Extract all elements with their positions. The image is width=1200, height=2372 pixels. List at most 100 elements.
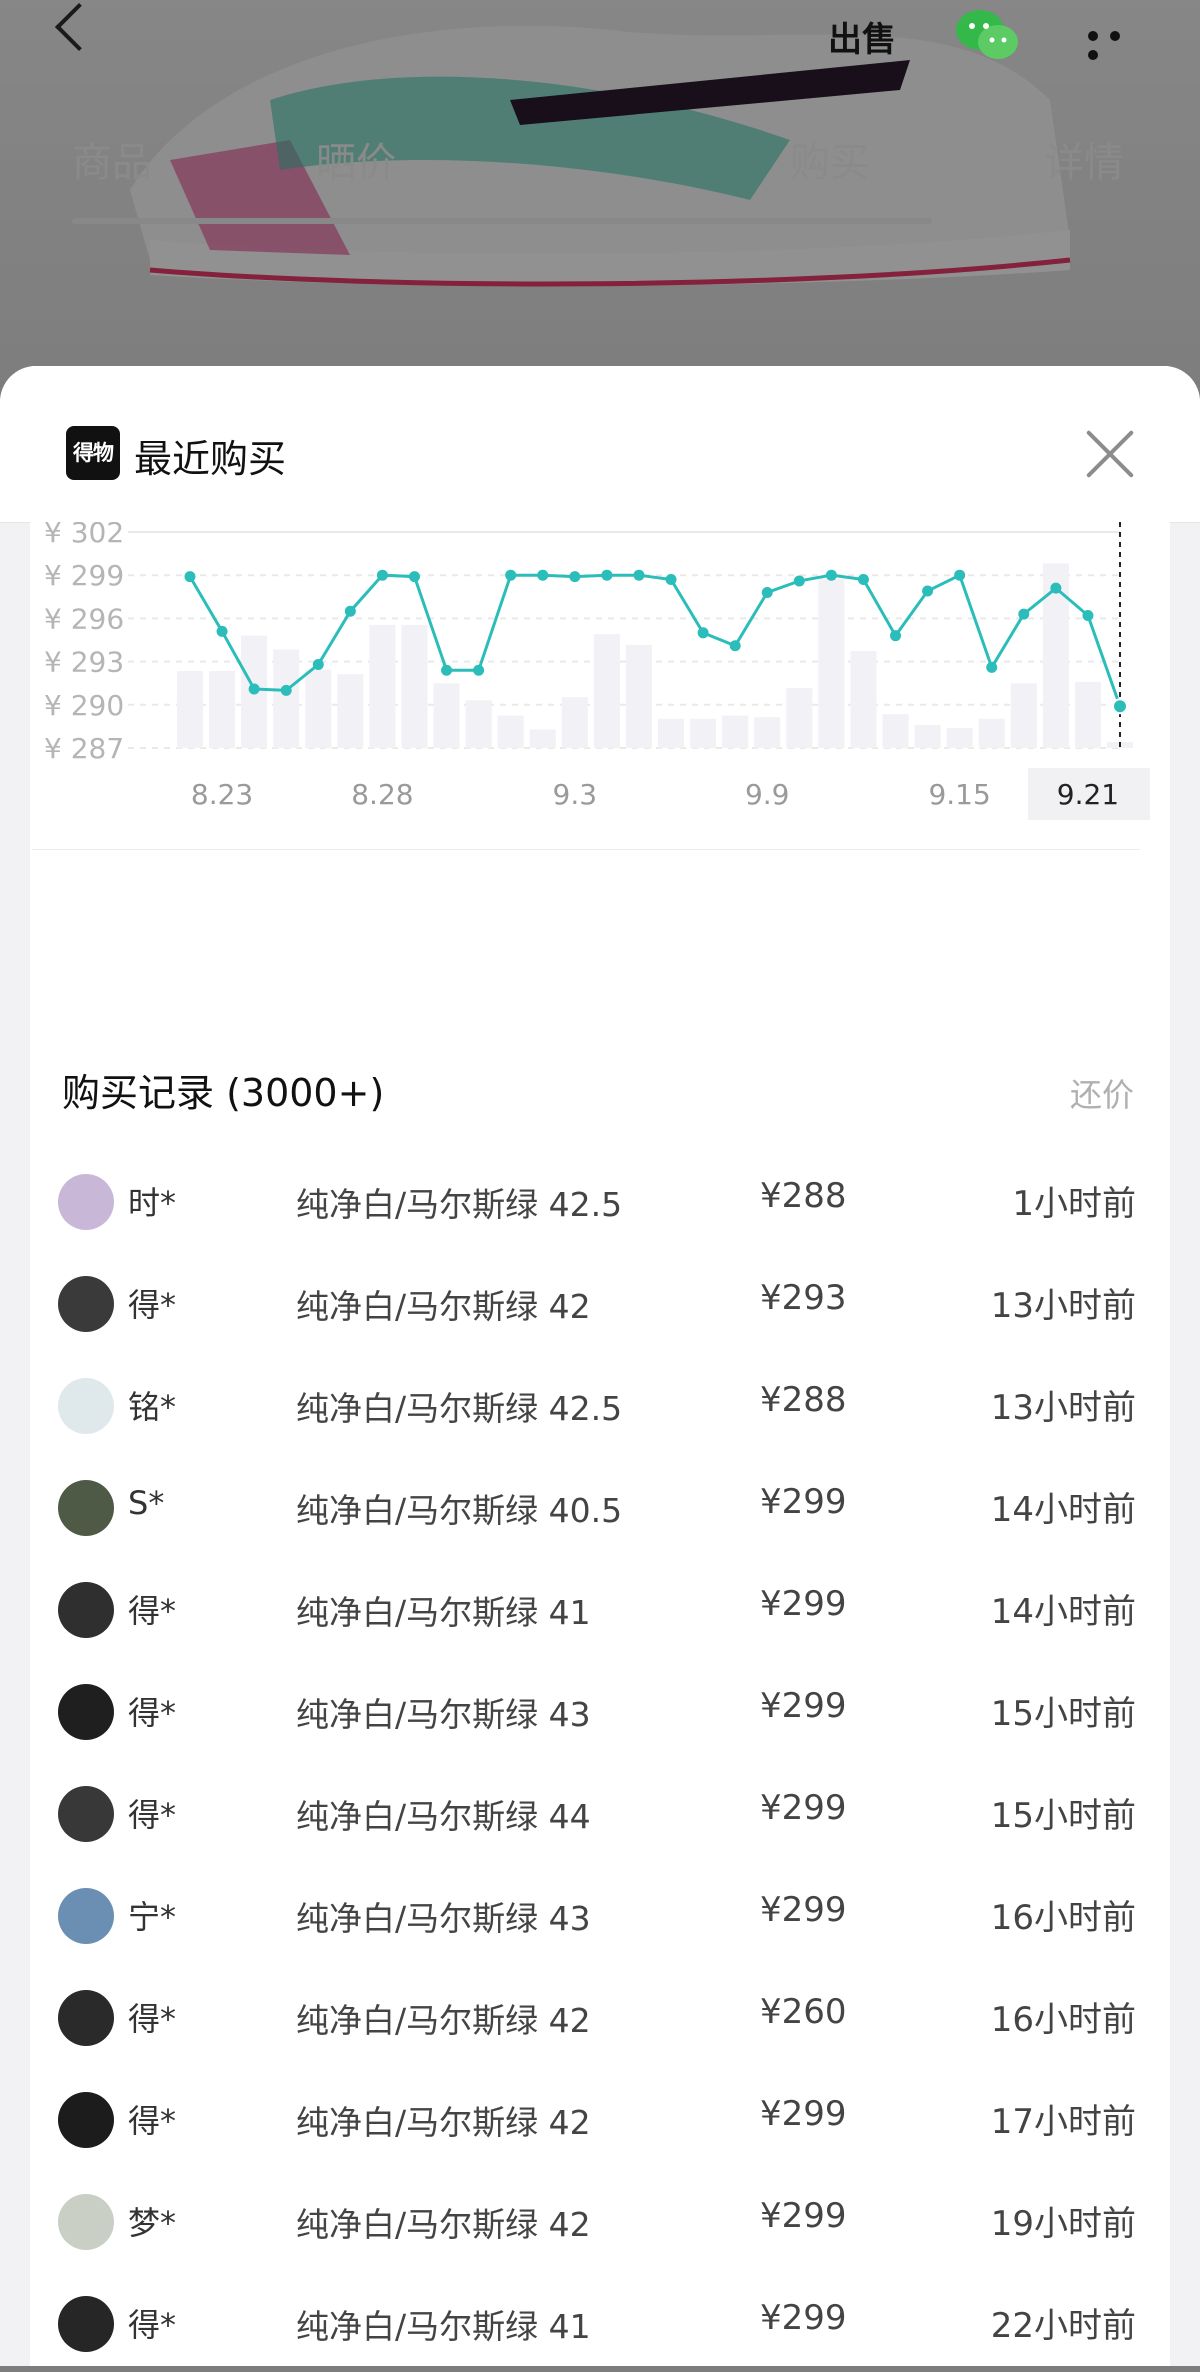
purchase-time: 16小时前 [990, 2000, 1136, 2040]
x-tick-label: 9.21 [1057, 778, 1119, 811]
x-tick-label: 9.15 [928, 778, 990, 811]
purchase-time: 15小时前 [990, 1796, 1136, 1836]
item-price: ¥299 [760, 1584, 847, 1624]
data-point [1018, 608, 1030, 620]
avatar [58, 2194, 114, 2250]
data-point [344, 605, 356, 617]
data-point [601, 569, 613, 581]
data-point [280, 684, 292, 696]
item-spec: 纯净白/马尔斯绿 44 [296, 1797, 591, 1836]
data-point [1050, 582, 1062, 594]
user-name: 得* [128, 1694, 177, 1732]
list-item: 得* 纯净白/马尔斯绿 41 ¥299 22小时前 [0, 2270, 1200, 2372]
user-name: S* [128, 1484, 165, 1522]
item-spec: 纯净白/马尔斯绿 42.5 [296, 1389, 623, 1428]
volume-bar [882, 714, 909, 748]
app-logo: 得物 [66, 426, 120, 480]
item-spec: 纯净白/马尔斯绿 43 [296, 1899, 591, 1938]
purchase-time: 22小时前 [990, 2306, 1136, 2346]
volume-bar [946, 728, 973, 748]
list-item: 时* 纯净白/马尔斯绿 42.5 ¥288 1小时前 [0, 1148, 1200, 1250]
volume-bar [497, 715, 524, 748]
user-name: 得* [128, 2000, 177, 2038]
volume-bar [850, 651, 877, 748]
item-spec: 纯净白/马尔斯绿 42 [296, 2001, 591, 2040]
data-point [505, 569, 517, 581]
avatar [58, 1480, 114, 1536]
item-price: ¥299 [760, 2298, 847, 2338]
volume-bar [1074, 681, 1101, 748]
purchase-time: 13小时前 [990, 1388, 1136, 1428]
item-price: ¥288 [760, 1176, 847, 1216]
bg-tab: 详情 [1044, 140, 1124, 186]
data-point [537, 569, 549, 581]
y-tick-label: ¥ 293 [44, 646, 124, 679]
avatar [58, 1174, 114, 1230]
avatar [58, 1684, 114, 1740]
volume-bar [465, 700, 492, 748]
item-spec: 纯净白/马尔斯绿 43 [296, 1695, 591, 1734]
purchase-time: 14小时前 [990, 1592, 1136, 1632]
back-button[interactable] [54, 2, 104, 52]
records-title: 购买记录 (3000+) [62, 1071, 385, 1115]
item-price: ¥293 [760, 1278, 847, 1318]
sheet-title: 最近购买 [134, 437, 287, 481]
data-point [825, 569, 837, 581]
bg-tab: 商品 [72, 140, 152, 186]
data-point [633, 569, 645, 581]
avatar [58, 1378, 114, 1434]
volume-bar [786, 688, 813, 748]
data-point [248, 683, 260, 695]
avatar [58, 1582, 114, 1638]
item-spec: 纯净白/马尔斯绿 42 [296, 2103, 591, 2142]
volume-bar [433, 683, 460, 748]
user-name: 宁* [128, 1898, 177, 1936]
x-tick-label: 9.9 [745, 778, 790, 811]
avatar [58, 2092, 114, 2148]
bg-tab: 晒价 [316, 140, 396, 186]
data-point [184, 571, 196, 583]
user-name: 得* [128, 1286, 177, 1324]
data-point [986, 661, 998, 673]
more-dots-icon[interactable] [1088, 26, 1148, 60]
data-point [1082, 610, 1094, 622]
background-tabs: 商品 晒价 购买 详情 [0, 130, 1200, 190]
counter-offer-link[interactable]: 还价 [1070, 1070, 1134, 1116]
sell-button[interactable]: 出售 [828, 12, 896, 61]
data-point [1112, 698, 1128, 715]
volume-bar [754, 717, 781, 748]
item-price: ¥299 [760, 1482, 847, 1522]
volume-bar [690, 718, 717, 748]
volume-bar [1010, 683, 1037, 748]
volume-bar [209, 671, 236, 748]
y-tick-label: ¥ 290 [44, 689, 124, 722]
user-name: 得* [128, 2306, 177, 2344]
list-item: 得* 纯净白/马尔斯绿 44 ¥299 15小时前 [0, 1760, 1200, 1862]
data-point [729, 640, 741, 652]
volume-bar [978, 718, 1005, 748]
data-point [312, 658, 324, 670]
close-icon[interactable] [1084, 428, 1136, 480]
data-point [890, 630, 902, 642]
data-point [954, 569, 966, 581]
x-tick-label: 8.23 [191, 778, 253, 811]
volume-bar [914, 724, 941, 748]
item-price: ¥299 [760, 2196, 847, 2236]
list-item: 得* 纯净白/马尔斯绿 41 ¥299 14小时前 [0, 1556, 1200, 1658]
volume-bar [818, 578, 845, 748]
volume-bar [658, 718, 685, 748]
data-point [793, 575, 805, 587]
volume-bar [305, 669, 332, 748]
volume-bar [561, 697, 588, 748]
avatar [58, 1276, 114, 1332]
item-price: ¥299 [760, 1788, 847, 1828]
data-point [697, 627, 709, 639]
user-name: 时* [128, 1184, 177, 1222]
item-price: ¥299 [760, 1890, 847, 1930]
volume-bar [625, 644, 652, 748]
wechat-icon[interactable] [952, 6, 1022, 64]
data-point [569, 571, 581, 583]
data-point [376, 569, 388, 581]
list-item: 梦* 纯净白/马尔斯绿 42 ¥299 19小时前 [0, 2168, 1200, 2270]
data-point [473, 664, 485, 676]
